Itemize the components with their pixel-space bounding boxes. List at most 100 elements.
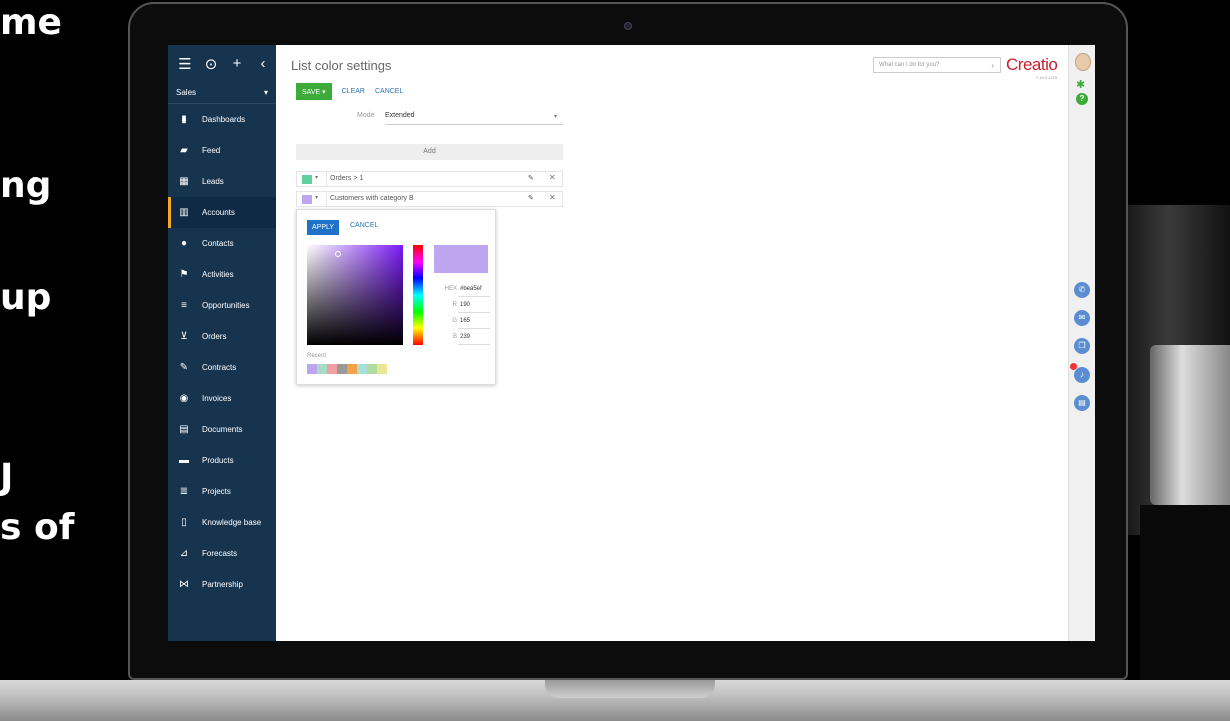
field-underline xyxy=(458,344,490,345)
r-value[interactable]: 190 xyxy=(460,302,470,308)
run-process-icon[interactable]: ⊙ xyxy=(204,55,218,73)
color-swatch[interactable] xyxy=(302,175,312,184)
sidebar-item-invoices[interactable]: ◉ Invoices xyxy=(168,383,276,414)
caret-down-icon[interactable]: ▾ xyxy=(315,174,318,181)
sidebar-item-activities[interactable]: ⚑ Activities xyxy=(168,259,276,290)
divider xyxy=(326,172,327,186)
hex-value[interactable]: #bea5ef xyxy=(460,286,482,292)
webcam xyxy=(624,22,632,30)
phone-icon[interactable]: ✆ xyxy=(1074,282,1090,298)
rule-row[interactable]: ▾ Customers with category B ✎ ✕ xyxy=(296,191,563,207)
sidebar-top-toolbar: ☰ ⊙ + ‹ xyxy=(168,45,276,82)
handshake-icon: ⋈ xyxy=(179,578,189,590)
sidebar-item-contacts[interactable]: ● Contacts xyxy=(168,228,276,259)
sidebar-item-projects[interactable]: ≣ Projects xyxy=(168,476,276,507)
rule-row[interactable]: ▾ Orders > 1 ✎ ✕ xyxy=(296,171,563,187)
sidebar-item-label: Contracts xyxy=(202,363,237,372)
help-icon[interactable]: ? xyxy=(1076,93,1088,105)
recent-color-swatch[interactable] xyxy=(317,364,327,374)
app-screen: ☰ ⊙ + ‹ Sales ▾ ▮ Dashboards ▰ Feed ▦ Leads ▥ A… xyxy=(168,45,1095,641)
rule-condition[interactable]: Customers with category B xyxy=(330,195,414,202)
sidebar-item-feed[interactable]: ▰ Feed xyxy=(168,135,276,166)
recent-color-swatch[interactable] xyxy=(347,364,357,374)
b-field[interactable]: B 239 xyxy=(434,333,490,345)
save-button[interactable]: SAVE ▾ xyxy=(296,83,332,100)
sidebar-item-leads[interactable]: ▦ Leads xyxy=(168,166,276,197)
leads-icon: ▦ xyxy=(179,175,189,187)
menu-icon[interactable]: ☰ xyxy=(178,55,192,73)
cancel-button[interactable]: CANCEL xyxy=(375,88,403,95)
hex-field[interactable]: HEX #bea5ef xyxy=(434,285,490,297)
sidebar-item-label: Documents xyxy=(202,425,243,434)
chat-icon[interactable]: ❐ xyxy=(1074,338,1090,354)
sidebar-item-label: Dashboards xyxy=(202,115,246,124)
sidebar-item-partnership[interactable]: ⋈ Partnership xyxy=(168,569,276,600)
caret-down-icon: ▾ xyxy=(263,88,268,97)
feed-icon[interactable]: ▤ xyxy=(1074,395,1090,411)
book-icon: ▯ xyxy=(181,516,187,528)
chevron-right-icon[interactable]: › xyxy=(991,61,994,70)
building-icon: ▥ xyxy=(179,206,189,218)
sidebar-item-knowledge-base[interactable]: ▯ Knowledge base xyxy=(168,507,276,538)
chat-icon: ▰ xyxy=(180,144,188,156)
bar-chart-icon: ▮ xyxy=(181,113,187,125)
mode-underline xyxy=(385,124,563,125)
sidebar-item-opportunities[interactable]: ≡ Opportunities xyxy=(168,290,276,321)
recent-color-swatch[interactable] xyxy=(327,364,337,374)
close-icon[interactable]: ✕ xyxy=(549,193,556,202)
apply-button[interactable]: APPLY xyxy=(307,220,340,235)
clear-button[interactable]: CLEAR xyxy=(342,88,365,95)
hex-label: HEX xyxy=(444,286,457,292)
version-label: 7.16.0.1475 xyxy=(1036,75,1058,80)
recent-color-swatch[interactable] xyxy=(307,364,317,374)
avatar[interactable] xyxy=(1075,53,1091,71)
color-preview xyxy=(434,245,488,273)
sidebar-item-accounts[interactable]: ▥ Accounts xyxy=(168,197,276,228)
mode-select[interactable]: Extended xyxy=(385,112,415,119)
promo-text-4: J xyxy=(0,457,14,498)
command-line-input[interactable]: What can I do for you? › xyxy=(873,57,1001,73)
promo-text-3: up xyxy=(0,277,52,318)
recent-color-swatch[interactable] xyxy=(377,364,387,374)
hue-slider[interactable] xyxy=(413,245,423,345)
recent-color-swatch[interactable] xyxy=(357,364,367,374)
flag-icon: ⚑ xyxy=(179,268,189,280)
g-field[interactable]: G 165 xyxy=(434,317,490,329)
bell-icon[interactable]: ♪ xyxy=(1074,367,1090,383)
add-button[interactable]: Add xyxy=(296,144,563,160)
sidebar-item-orders[interactable]: ⊻ Orders xyxy=(168,321,276,352)
sidebar-item-products[interactable]: ▬ Products xyxy=(168,445,276,476)
add-icon[interactable]: + xyxy=(230,55,244,72)
r-label: R xyxy=(452,302,457,308)
save-label: SAVE xyxy=(302,89,321,96)
workplace-label: Sales xyxy=(176,88,197,97)
sidebar-item-forecasts[interactable]: ⊿ Forecasts xyxy=(168,538,276,569)
sidebar-item-documents[interactable]: ▤ Documents xyxy=(168,414,276,445)
edit-icon[interactable]: ✎ xyxy=(528,194,534,202)
rule-condition[interactable]: Orders > 1 xyxy=(330,175,363,182)
close-icon[interactable]: ✕ xyxy=(549,173,556,182)
collapse-icon[interactable]: ‹ xyxy=(256,55,270,72)
saturation-value-area[interactable] xyxy=(307,245,403,345)
b-value[interactable]: 239 xyxy=(460,334,470,340)
recent-color-swatch[interactable] xyxy=(367,364,377,374)
sidebar-item-dashboards[interactable]: ▮ Dashboards xyxy=(168,104,276,135)
caret-down-icon[interactable]: ▾ xyxy=(554,113,557,120)
contract-icon: ✎ xyxy=(179,361,189,373)
recent-color-swatch[interactable] xyxy=(337,364,347,374)
search-placeholder: What can I do for you? xyxy=(879,62,940,68)
edit-icon[interactable]: ✎ xyxy=(528,174,534,182)
g-value[interactable]: 165 xyxy=(460,318,470,324)
caret-down-icon[interactable]: ▾ xyxy=(315,194,318,201)
product-icon: ▬ xyxy=(179,454,189,466)
background-monitor-stand xyxy=(1150,345,1230,505)
picker-cancel-button[interactable]: CANCEL xyxy=(350,222,378,229)
workplace-selector[interactable]: Sales ▾ xyxy=(168,82,276,104)
color-cursor[interactable] xyxy=(335,251,341,257)
gear-icon[interactable]: ✱ xyxy=(1076,78,1085,91)
sidebar: ☰ ⊙ + ‹ Sales ▾ ▮ Dashboards ▰ Feed ▦ Leads ▥ A… xyxy=(168,45,276,641)
email-icon[interactable]: ✉ xyxy=(1074,310,1090,326)
r-field[interactable]: R 190 xyxy=(434,301,490,313)
color-swatch[interactable] xyxy=(302,195,312,204)
sidebar-item-contracts[interactable]: ✎ Contracts xyxy=(168,352,276,383)
